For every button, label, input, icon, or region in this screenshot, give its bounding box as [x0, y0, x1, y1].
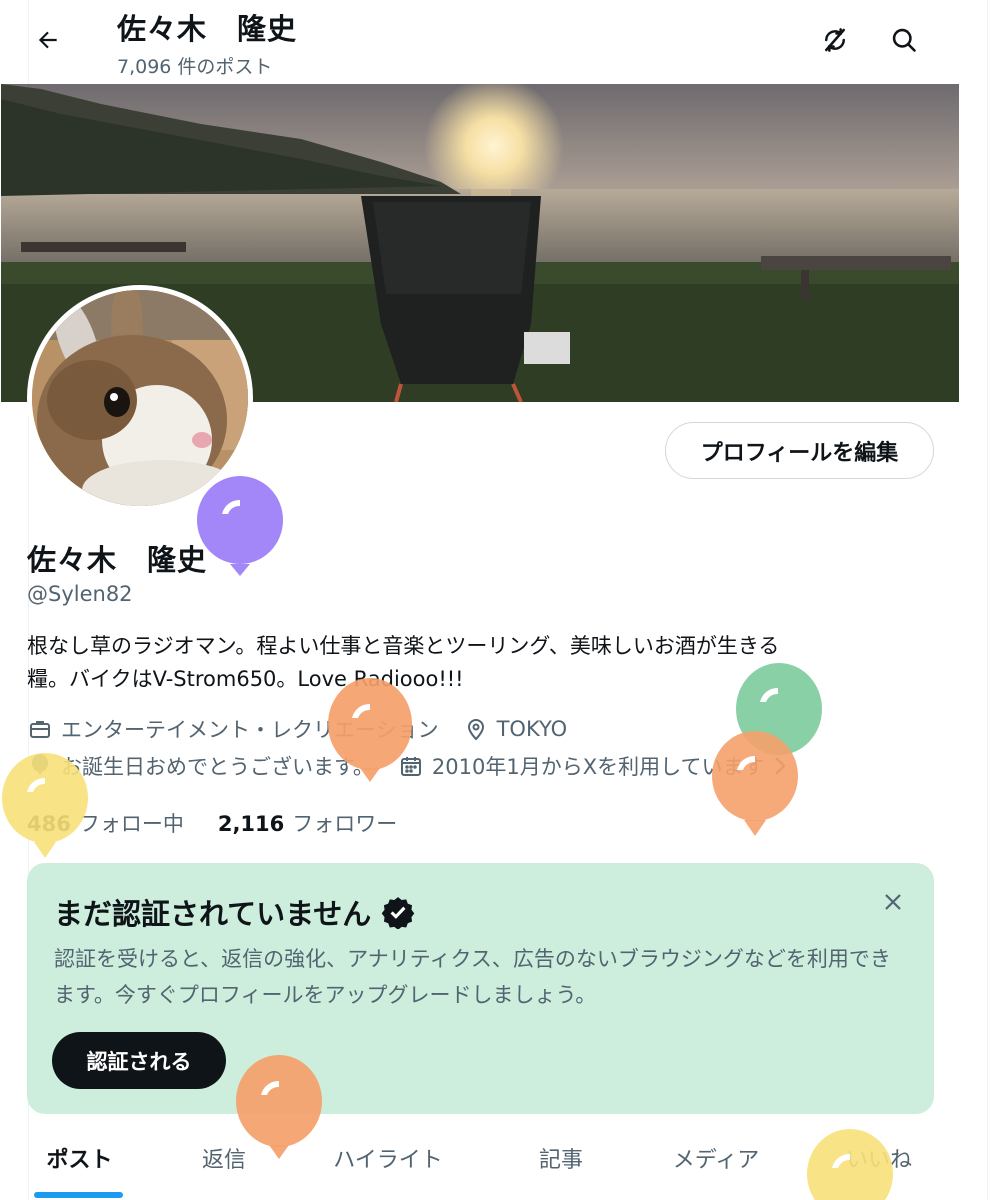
- profile-meta-row-1: エンターテイメント・レクリエーション TOKYO: [27, 714, 591, 744]
- back-button[interactable]: [28, 20, 68, 60]
- tab-articles[interactable]: 記事: [526, 1128, 596, 1188]
- card-title-text: まだ認証されていません: [54, 897, 372, 931]
- back-arrow-icon: [38, 31, 57, 49]
- header-title: 佐々木 隆史: [117, 12, 298, 46]
- location-pin-icon: [463, 716, 489, 742]
- profile-meta-row-2: お誕生日おめでとうございます。 2010年1月からXを利用しています: [27, 751, 812, 781]
- location-item: TOKYO: [463, 716, 568, 742]
- balloon-orange-2: [712, 731, 798, 836]
- tab-highlights[interactable]: ハイライト: [323, 1128, 453, 1188]
- following-label: フォロー中: [78, 812, 184, 836]
- search-button[interactable]: [884, 20, 924, 60]
- active-tab-indicator: [34, 1192, 123, 1198]
- card-close-button[interactable]: [876, 885, 910, 919]
- post-count: 7,096 件のポスト: [117, 56, 273, 78]
- followers-count: 2,116: [217, 812, 285, 836]
- followers-label: フォロワー: [292, 812, 398, 836]
- verified-badge-icon: [381, 895, 415, 929]
- balloon-orange-3: [236, 1055, 322, 1159]
- tab-posts[interactable]: ポスト: [35, 1128, 124, 1188]
- verification-card: まだ認証されていません 認証を受けると、返信の強化、アナリティクス、広告のないブ…: [27, 863, 934, 1114]
- sync-button[interactable]: [815, 20, 855, 60]
- search-icon: [892, 28, 916, 52]
- bio-line-1: 根なし草のラジオマン。程よい仕事と音楽とツーリング、美味しいお酒が生きる: [27, 634, 780, 658]
- close-icon: [885, 894, 901, 910]
- edit-profile-button[interactable]: プロフィールを編集: [665, 422, 934, 479]
- balloon-yellow-1: [2, 753, 88, 858]
- card-description: 認証を受けると、返信の強化、アナリティクス、広告のないブラウジングなどを利用でき…: [54, 947, 891, 1007]
- balloon-yellow-2: [807, 1129, 893, 1200]
- balloon-purple: [197, 476, 283, 576]
- briefcase-icon: [27, 716, 53, 742]
- sync-off-icon: [825, 28, 845, 52]
- get-verified-button[interactable]: 認証される: [52, 1032, 226, 1089]
- profile-handle: @Sylen82: [27, 582, 133, 606]
- avatar-image: [32, 290, 248, 506]
- profile-name: 佐々木 隆史: [27, 543, 208, 577]
- followers-link[interactable]: 2,116 フォロワー: [218, 808, 397, 838]
- tab-media[interactable]: メディア: [661, 1128, 771, 1188]
- location-label: TOKYO: [496, 717, 568, 741]
- card-title: まだ認証されていません: [54, 891, 415, 933]
- balloon-orange-1: [328, 678, 412, 782]
